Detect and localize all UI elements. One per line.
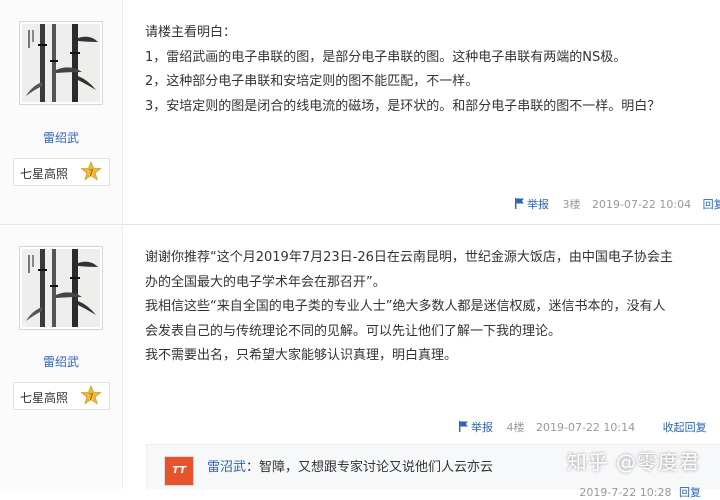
collapse-replies-button[interactable]: 收起回复: [663, 419, 707, 435]
author-panel: 雷绍武 七星高照 7: [0, 0, 123, 224]
post-line: 请楼主看明白：: [145, 25, 237, 40]
star-icon: 7: [80, 161, 102, 181]
post-line: 2，这种部分电子串联和安培定则的图不能匹配，不一样。: [145, 74, 479, 89]
post-line: 我不需要出名，只希望大家能够认识真理，明白真理。: [145, 348, 458, 363]
star-icon: 7: [80, 385, 102, 405]
sub-reply-button[interactable]: 回复: [679, 486, 701, 499]
sub-reply-author[interactable]: 雷沼武: [207, 460, 246, 475]
floor-number: 4楼: [506, 421, 525, 434]
post-floor-3: 雷绍武 七星高照 7 请楼主看明白： 1，雷绍武画的电子串联的图，是部分电子串联…: [0, 0, 720, 225]
rank-level: 7: [88, 169, 93, 178]
zhihu-watermark: 知乎 @零度君: [566, 450, 700, 474]
post-content: 请楼主看明白： 1，雷绍武画的电子串联的图，是部分电子串联的图。这种电子串联有两…: [145, 21, 710, 119]
sub-reply-datetime: 2019-7-22 10:28: [579, 486, 672, 499]
rank-badge: 七星高照 7: [13, 158, 110, 186]
post-line: 我相信这些“来自全国的电子类的专业人士”绝大多数人都是迷信权威，迷信书本的，没有…: [145, 299, 666, 314]
author-name[interactable]: 雷绍武: [0, 129, 122, 146]
sub-reply-avatar[interactable]: TT: [164, 456, 194, 486]
author-panel: 雷绍武 七星高照 7: [0, 226, 123, 489]
post-line: 会发表自己的与传统理论不同的见解。可以先让他们了解一下我的理论。: [145, 323, 562, 339]
bamboo-avatar-image: [22, 249, 100, 327]
rank-badge: 七星高照 7: [13, 382, 110, 410]
author-name[interactable]: 雷绍武: [0, 353, 122, 370]
post-line: 3，安培定则的图是闭合的线电流的磁场，是环状的。和部分电子串联的图不一样。明白？: [145, 98, 661, 114]
bamboo-avatar-image: [22, 24, 100, 102]
report-link[interactable]: 举报: [458, 419, 493, 435]
flag-icon: [459, 421, 468, 432]
post-tail: 举报 4楼 2019-07-22 10:14 收起回复: [458, 419, 707, 435]
avatar[interactable]: [19, 246, 103, 330]
post-line: 谢谢你推荐“这个月2019年7月23日-26日在云南昆明，世纪金源大饭店，由中国…: [145, 250, 673, 265]
post-tail: 举报 3楼 2019-07-22 10:04 回复: [514, 196, 720, 212]
sub-reply-content: 智障，又想跟专家讨论又说他们人云亦云: [259, 460, 494, 475]
post-line: 1，雷绍武画的电子串联的图，是部分电子串联的图。这种电子串联有两端的NS极。: [145, 49, 627, 65]
avatar[interactable]: [19, 21, 103, 105]
rank-title: 七星高照: [20, 167, 69, 181]
rank-title: 七星高照: [20, 391, 69, 405]
report-link[interactable]: 举报: [514, 196, 549, 212]
rank-level: 7: [88, 393, 93, 402]
flag-icon: [515, 198, 524, 209]
post-datetime: 2019-07-22 10:04: [592, 198, 692, 211]
reply-button[interactable]: 回复: [703, 196, 720, 212]
post-content: 谢谢你推荐“这个月2019年7月23日-26日在云南昆明，世纪金源大饭店，由中国…: [145, 246, 710, 369]
post-datetime: 2019-07-22 10:14: [536, 421, 636, 434]
floor-number: 3楼: [562, 198, 581, 211]
sub-reply-meta: 2019-7-22 10:28 回复: [579, 484, 701, 500]
post-line: 办的全国最大的电子学术年会在那召开”。: [145, 274, 386, 290]
sub-reply-text: 雷沼武：智障，又想跟专家讨论又说他们人云亦云: [207, 460, 494, 475]
